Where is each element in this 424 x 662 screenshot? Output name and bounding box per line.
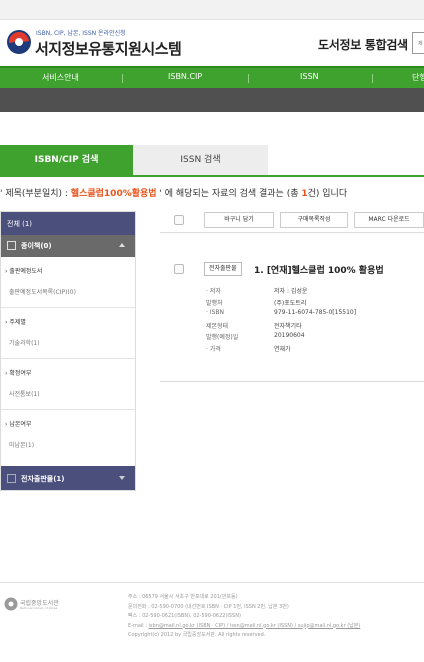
chevron-down-icon (119, 476, 125, 480)
facet-ebook[interactable]: 전자출판물(1) (1, 466, 135, 490)
nav-divider (372, 74, 373, 83)
meta-value: (주)포도트리 (274, 299, 307, 307)
footer-copyright: Copyright(c) 2012 by 국립중앙도서관. All rights… (128, 632, 266, 638)
meta-label: · 가격 (206, 345, 221, 353)
meta-value: 저자 : 김성운 (274, 288, 308, 295)
facet-sidebar: 전체 (1) 종이책(0) › 출판예정도서 출판예정도서목록(CIP)(0) … (0, 211, 136, 491)
facet-group-head: › 출판예정도서 (5, 268, 43, 275)
result-title[interactable]: 1. [연재]헬스클럽 100% 활용법 (254, 263, 384, 276)
unified-search-label: 도서정보 통합검색 (318, 38, 408, 52)
add-to-cart-button[interactable]: 바구니 담기 (204, 212, 274, 228)
facet-group: › 출판예정도서 출판예정도서목록(CIP)(0) (1, 257, 135, 308)
site-logo-icon[interactable] (6, 29, 32, 55)
facet-group-head: › 납본여부 (5, 421, 32, 428)
site-footer: 국립중앙도서관 National Library of Korea 주소 : 0… (0, 582, 424, 662)
facet-option[interactable]: 사전통보(1) (9, 389, 40, 398)
library-name-en: National Library of Korea (20, 606, 58, 610)
site-header: ISBN, CIP, 납본, ISSN 온라인신청 서지정보유통지원시스템 도서… (0, 20, 424, 66)
meta-label: 발행(예정)일 (206, 334, 239, 341)
nav-divider (122, 74, 123, 83)
facet-option[interactable]: 출판예정도서목록(CIP)(0) (9, 287, 76, 296)
footer-email-line: E-mail : isbn@mail.nl.go.kr (ISBN · CIP)… (128, 622, 361, 629)
summary-suffix: 건) 입니다 (307, 189, 348, 199)
facet-group-head: › 확정여부 (5, 370, 32, 377)
meta-label: · 저자 (206, 288, 221, 295)
search-tabs: ISBN/CIP 검색 ISSN 검색 (0, 145, 424, 175)
footer-phone: 문의전화 : 02-590-0700 (내선번호 ISBN · CIP 1번, … (128, 603, 289, 610)
result-checkbox[interactable] (174, 264, 184, 274)
meta-value: 20190604 (274, 332, 305, 339)
meta-value: 전자책기타 (274, 322, 302, 330)
footer-info: 주소 : 06579 서울시 서초구 반포대로 201(반포동) 문의전화 : … (128, 593, 360, 641)
facet-ebook-label: 전자출판물(1) (21, 475, 65, 483)
footer-address: 주소 : 06579 서울시 서초구 반포대로 201(반포동) (128, 594, 238, 600)
search-keyword: 헬스클럽100%활용법 (70, 189, 157, 199)
library-logo-icon (4, 597, 18, 611)
media-type-badge: 전자출판물 (204, 262, 242, 276)
result-toolbar: 바구니 담기 구매목록작성 MARC 다운로드 (160, 209, 424, 233)
tab-underline (0, 175, 424, 177)
brand-title[interactable]: 서지정보유통지원시스템 (35, 38, 182, 59)
facet-group: › 납본여부 미납본(1) (1, 410, 135, 461)
facet-option[interactable]: 기술과학(1) (9, 338, 40, 347)
nav-divider (248, 74, 249, 83)
tab-isbn-cip[interactable]: ISBN/CIP 검색 (0, 145, 133, 175)
main-nav: 서비스안내 ISBN.CIP ISSN 단행 (0, 66, 424, 88)
facet-group: › 확정여부 사전통보(1) (1, 359, 135, 410)
book-icon (7, 241, 16, 250)
result-item: 전자출판물 1. [연재]헬스클럽 100% 활용법 · 저자 저자 : 김성운… (160, 256, 424, 382)
facet-paper-book-label: 종이책(0) (21, 242, 52, 250)
meta-label: 발행처 (206, 299, 223, 307)
footer-email-link[interactable]: isbn@mail.nl.go.kr (ISBN · CIP) / issn@m… (149, 623, 361, 629)
footer-fax: 팩스 : 02-590-0621(ISBN), 02-590-0622(ISSN… (128, 613, 241, 619)
meta-value: 979-11-6074-785-0[15510] (274, 309, 357, 316)
facet-all[interactable]: 전체 (1) (1, 212, 135, 235)
top-utility-strip (0, 0, 424, 20)
nav-item-monograph[interactable]: 단행 (412, 72, 424, 83)
meta-label: 제본형태 (206, 322, 229, 330)
facet-group: › 주제별 기술과학(1) (1, 308, 135, 359)
facet-paper-book[interactable]: 종이책(0) (1, 235, 135, 257)
sub-nav-bar (0, 88, 424, 112)
tab-issn[interactable]: ISSN 검색 (133, 145, 268, 175)
brand-tagline: ISBN, CIP, 납본, ISSN 온라인신청 (36, 30, 126, 37)
ebook-icon (7, 474, 16, 483)
purchase-list-button[interactable]: 구매목록작성 (280, 212, 348, 228)
nav-item-issn[interactable]: ISSN (300, 72, 319, 81)
marc-download-button[interactable]: MARC 다운로드 (354, 212, 424, 228)
nav-item-isbn-cip[interactable]: ISBN.CIP (168, 72, 202, 81)
facet-option[interactable]: 미납본(1) (9, 440, 34, 449)
nav-item-service[interactable]: 서비스안내 (42, 72, 79, 83)
select-all-checkbox[interactable] (174, 215, 184, 225)
unified-search-input[interactable]: 제 (412, 32, 424, 54)
chevron-up-icon (119, 243, 125, 247)
summary-prefix: ' 제목(부분일치) : (0, 189, 71, 199)
summary-middle: ' 에 해당되는 자료의 검색 결과는 (총 (156, 189, 302, 199)
meta-label: · ISBN (206, 309, 224, 316)
meta-value: 연재가 (274, 345, 291, 353)
facet-group-head: › 주제별 (5, 319, 26, 326)
result-summary: ' 제목(부분일치) : 헬스클럽100%활용법 ' 에 해당되는 자료의 검색… (0, 186, 347, 199)
